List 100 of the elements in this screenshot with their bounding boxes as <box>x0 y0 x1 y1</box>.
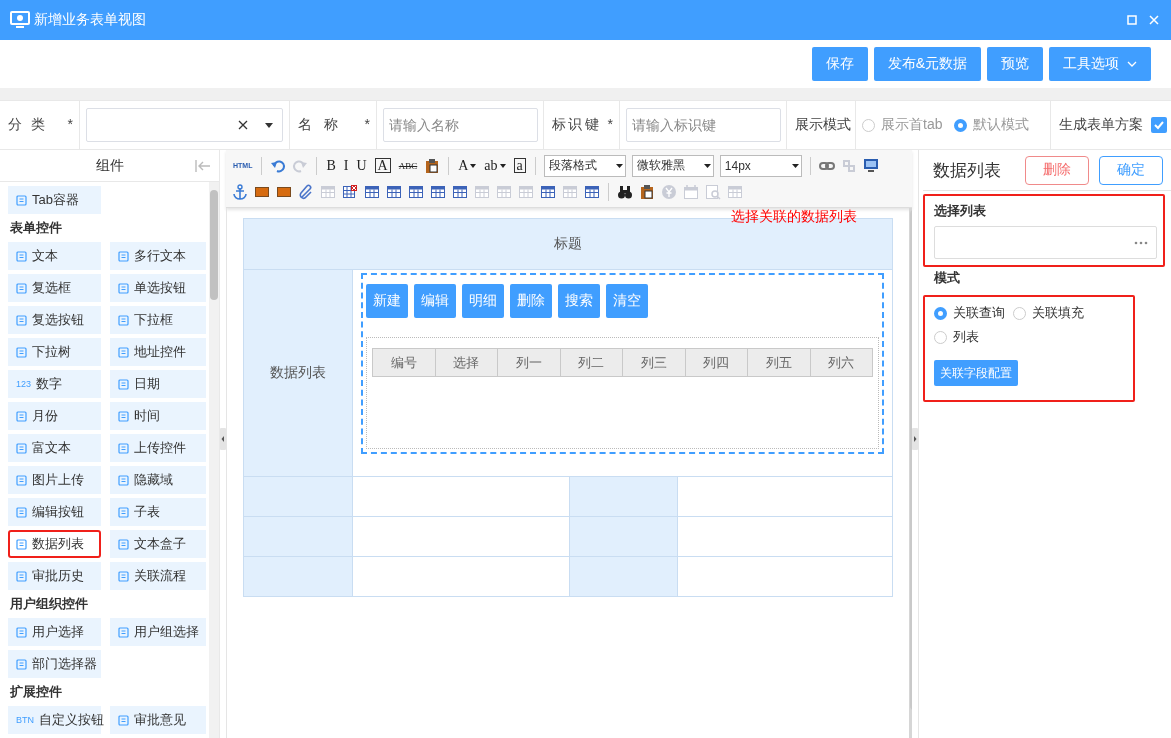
table-icon[interactable] <box>364 183 380 200</box>
collapse-left-icon[interactable] <box>195 160 211 172</box>
group-title: 扩展控件 <box>9 683 63 701</box>
component-item[interactable]: 地址控件 <box>110 338 206 366</box>
table-icon[interactable] <box>584 183 600 200</box>
icon-label: BTN <box>16 715 34 725</box>
toolbar-select[interactable]: 微软雅黑 <box>631 154 714 177</box>
radio-label: 关联填充 <box>1032 304 1084 322</box>
icon-label: 123 <box>16 379 32 389</box>
toolbar-button[interactable]: U <box>355 156 368 175</box>
column-header: 列六 <box>810 348 873 377</box>
field-label: 标识键 * <box>552 116 613 134</box>
table-icon[interactable] <box>540 183 556 200</box>
component-item[interactable]: 上传控件 <box>110 434 206 462</box>
clipboard-icon[interactable] <box>424 157 441 174</box>
component-item[interactable]: 多行文本 <box>110 242 206 270</box>
square-icon <box>118 378 129 390</box>
component-item[interactable]: 用户选择 <box>8 618 101 646</box>
component-item[interactable]: 审批意见 <box>110 706 206 734</box>
caret-icon <box>265 122 273 128</box>
component-item[interactable]: 日期 <box>110 370 206 398</box>
clipboard-icon[interactable] <box>639 183 655 200</box>
square-icon <box>16 538 27 550</box>
toolbar-button[interactable]: a <box>512 156 527 175</box>
component-item[interactable]: 文本盒子 <box>110 530 206 558</box>
component-item[interactable]: 时间 <box>110 402 206 430</box>
component-item[interactable]: 下拉树 <box>8 338 101 366</box>
square-icon <box>118 346 129 358</box>
toolbar-button[interactable]: I <box>342 156 350 175</box>
component-item[interactable]: 富文本 <box>8 434 101 462</box>
table-icon[interactable] <box>408 183 424 200</box>
close-icon[interactable] <box>1149 15 1159 25</box>
component-item[interactable]: 关联流程 <box>110 562 206 590</box>
table-icon[interactable] <box>452 183 468 200</box>
binoculars-icon[interactable] <box>617 183 633 200</box>
component-item[interactable]: 复选框 <box>8 274 101 302</box>
field-label: 模式 <box>932 269 961 287</box>
radio-button[interactable] <box>934 306 947 320</box>
monitor-icon <box>10 11 30 29</box>
component-item[interactable]: 编辑按钮 <box>8 498 101 526</box>
paperclip-icon[interactable] <box>298 183 314 200</box>
square-icon <box>16 410 27 422</box>
collapse-handle-icon[interactable] <box>220 428 226 450</box>
field-label: 展示模式 <box>795 116 851 134</box>
checkbox[interactable] <box>1151 117 1167 133</box>
monitor-icon[interactable] <box>862 157 879 174</box>
square-icon <box>118 250 129 262</box>
component-item[interactable]: 单选按钮 <box>110 274 206 302</box>
square-icon <box>16 570 27 582</box>
component-item[interactable]: 图片上传 <box>8 466 101 494</box>
component-item[interactable]: 用户组选择 <box>110 618 206 646</box>
radio-button[interactable] <box>1013 306 1026 320</box>
caret-icon <box>615 163 623 168</box>
maximize-icon[interactable] <box>1127 15 1137 25</box>
radio-label: 列表 <box>953 328 979 346</box>
toolbar-button[interactable]: A <box>373 156 392 175</box>
square-icon <box>16 250 27 262</box>
component-item[interactable]: 部门选择器 <box>8 650 101 678</box>
component-item[interactable]: 文本 <box>8 242 101 270</box>
toolbar-select[interactable]: 14px <box>719 154 802 177</box>
input-field[interactable]: 请输入名称 <box>383 108 538 142</box>
scrollbar-thumb[interactable] <box>210 190 219 300</box>
square-icon <box>118 442 129 454</box>
component-item[interactable]: 123 数字 <box>8 370 101 398</box>
column-header: 编号 <box>373 348 436 377</box>
component-item[interactable]: 数据列表 <box>8 530 101 558</box>
table-delete-icon[interactable] <box>342 183 358 200</box>
field-label: 分类 * <box>8 116 73 134</box>
input-field[interactable]: 请输入标识键 <box>626 108 781 142</box>
component-item[interactable]: Tab容器 <box>8 186 101 214</box>
square-icon <box>118 474 129 486</box>
chevron-down-icon <box>1127 61 1137 67</box>
component-item[interactable]: 月份 <box>8 402 101 430</box>
group-title: 表单控件 <box>9 219 63 237</box>
list-picker-field[interactable] <box>934 226 1157 259</box>
more-icon[interactable] <box>1134 240 1148 245</box>
table-icon[interactable] <box>386 183 402 200</box>
undo-icon[interactable] <box>270 157 287 174</box>
table-icon[interactable] <box>430 183 446 200</box>
toolbar-button[interactable]: A <box>457 156 478 175</box>
component-item[interactable]: 下拉框 <box>110 306 206 334</box>
table-cell: 数据列表 <box>244 270 353 477</box>
square-icon <box>118 538 129 550</box>
toolbar-button[interactable]: ab <box>483 156 507 175</box>
column-header: 列四 <box>685 348 748 377</box>
component-item[interactable]: 子表 <box>110 498 206 526</box>
component-item[interactable]: 审批历史 <box>8 562 101 590</box>
clear-icon[interactable] <box>238 120 248 130</box>
toolbar-button[interactable]: B <box>325 156 337 175</box>
anchor-icon[interactable] <box>232 183 248 200</box>
component-item[interactable]: 复选按钮 <box>8 306 101 334</box>
column-header: 列二 <box>560 348 623 377</box>
radio-button[interactable] <box>934 330 947 344</box>
square-icon <box>16 346 27 358</box>
column-header: 选择 <box>435 348 498 377</box>
toolbar-button[interactable]: ABC <box>397 156 419 175</box>
column-header: 列一 <box>498 348 561 377</box>
toolbar-select[interactable]: 段落格式 <box>543 154 626 177</box>
collapse-handle-icon[interactable] <box>912 428 918 450</box>
component-item[interactable]: 隐藏域 <box>110 466 206 494</box>
